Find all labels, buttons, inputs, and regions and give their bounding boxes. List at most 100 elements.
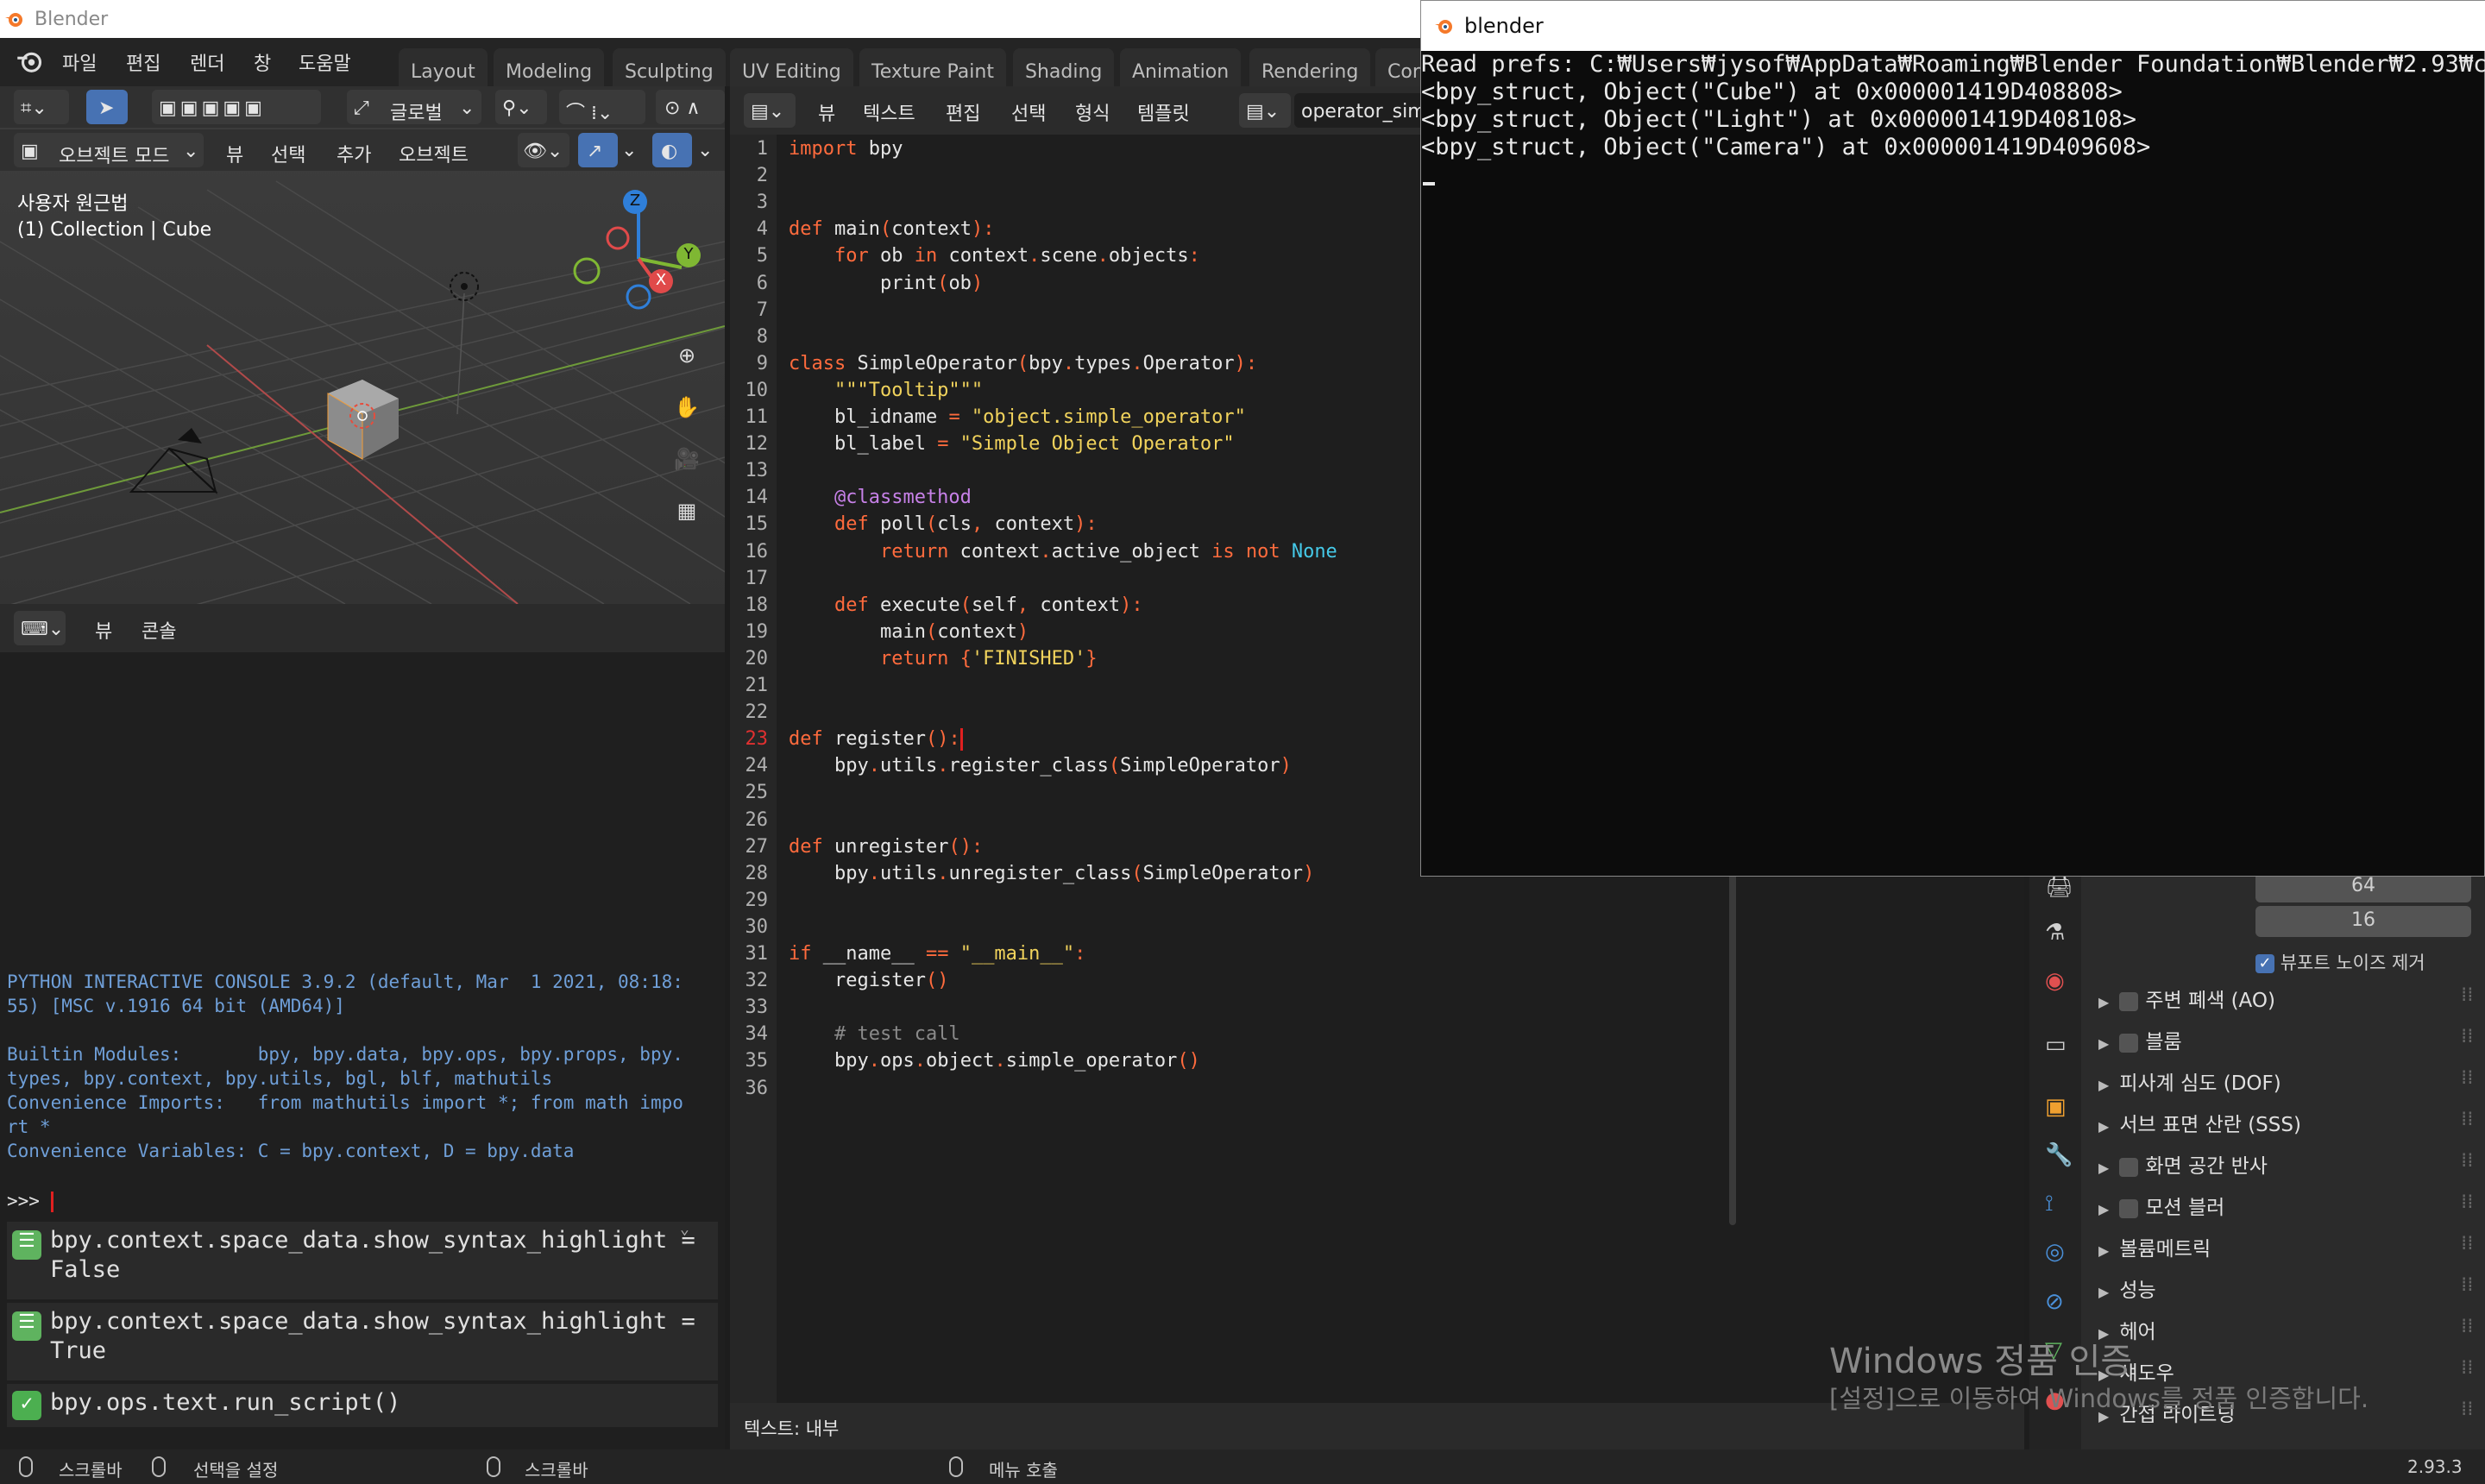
- code-line[interactable]: # test call: [789, 1023, 960, 1045]
- viewport-menu-object[interactable]: 오브젝트: [399, 140, 469, 167]
- text-menu-edit[interactable]: 편집: [946, 98, 980, 126]
- axis-x-icon[interactable]: X: [649, 269, 673, 293]
- menu-help[interactable]: 도움말: [299, 48, 351, 76]
- menu-render[interactable]: 렌더: [190, 48, 224, 76]
- drag-handle-icon[interactable]: ⁞⁞: [2461, 1398, 2474, 1420]
- code-line[interactable]: if __name__ == "__main__":: [789, 943, 1085, 965]
- editor-type-button[interactable]: ⌗⌄: [14, 90, 69, 124]
- text-menu-format[interactable]: 형식: [1075, 98, 1110, 126]
- code-line[interactable]: import bpy: [789, 138, 903, 160]
- code-line[interactable]: """Tooltip""": [789, 380, 983, 401]
- drag-handle-icon[interactable]: ⁞⁞: [2461, 1273, 2474, 1296]
- info-report[interactable]: ☰ bpy.context.space_data.show_syntax_hig…: [7, 1303, 718, 1380]
- 3d-viewport[interactable]: ⌗⌄ ➤ ▣▣▣▣▣ ⤢ 글로벌 ⌄ ⚲⌄ ⌒ ⁞⌄ ⊙ ∧ ▣ 오브젝트 모드 ⌄ …: [0, 86, 725, 604]
- workspace-tab-shading[interactable]: Shading: [1013, 48, 1115, 86]
- select-tool-button[interactable]: ➤: [86, 90, 128, 124]
- console-editor-type-button[interactable]: ⌨⌄: [14, 611, 66, 645]
- code-line[interactable]: return context.active_object is not None: [789, 541, 1337, 563]
- expand-triangle-icon[interactable]: ▶: [2098, 1242, 2109, 1259]
- property-panel-header[interactable]: ▶ 주변 폐색 (AO) ⁞⁞: [2098, 984, 2474, 1013]
- viewport-samples-field[interactable]: 16: [2255, 906, 2471, 937]
- expand-triangle-icon[interactable]: ▶: [2098, 1284, 2109, 1300]
- property-panel-header[interactable]: ▶ 모션 블러 ⁞⁞: [2098, 1191, 2474, 1220]
- axis-z-icon[interactable]: Z: [623, 190, 647, 214]
- panel-enable-checkbox[interactable]: [2119, 1198, 2139, 1218]
- expand-triangle-icon[interactable]: ▶: [2098, 1077, 2109, 1093]
- viewport-menu-add[interactable]: 추가: [337, 140, 371, 167]
- drag-handle-icon[interactable]: ⁞⁞: [2461, 1191, 2474, 1213]
- axis-y-icon[interactable]: Y: [676, 243, 701, 267]
- physics-tab-icon[interactable]: ◎: [2045, 1239, 2065, 1265]
- gizmo-dropdown-icon[interactable]: ⌄: [621, 140, 637, 161]
- properties-scrollbar[interactable]: [2475, 871, 2483, 1449]
- ortho-grid-icon[interactable]: ▦: [670, 494, 704, 528]
- workspace-tab-modeling[interactable]: Modeling: [494, 48, 605, 86]
- panel-enable-checkbox[interactable]: [2119, 991, 2139, 1011]
- workspace-tab-animation[interactable]: Animation: [1120, 48, 1242, 86]
- console-menu-console[interactable]: 콘솔: [142, 616, 176, 644]
- menu-edit[interactable]: 편집: [126, 48, 160, 76]
- collection-tab-icon[interactable]: ▭: [2045, 1032, 2067, 1058]
- code-line[interactable]: return {'FINISHED'}: [789, 648, 1098, 670]
- text-editor-type-button[interactable]: ▤⌄: [744, 93, 796, 128]
- code-line[interactable]: bl_label = "Simple Object Operator": [789, 433, 1235, 455]
- code-line[interactable]: register(): [789, 970, 948, 991]
- drag-handle-icon[interactable]: ⁞⁞: [2461, 1232, 2474, 1254]
- workspace-tab-layout[interactable]: Layout: [399, 48, 488, 86]
- object-tab-icon[interactable]: ▣: [2045, 1094, 2067, 1120]
- property-panel-header[interactable]: ▶ 블룸 ⁞⁞: [2098, 1025, 2474, 1054]
- pan-hand-icon[interactable]: ✋: [670, 390, 704, 424]
- modifier-tab-icon[interactable]: 🔧: [2045, 1142, 2073, 1168]
- camera-view-icon[interactable]: 🎥: [670, 442, 704, 476]
- constraints-tab-icon[interactable]: ⊘: [2045, 1289, 2064, 1315]
- code-line[interactable]: bpy.utils.register_class(SimpleOperator): [789, 755, 1292, 777]
- visibility-dropdown[interactable]: 👁⌄: [518, 133, 569, 167]
- text-menu-templates[interactable]: 템플릿: [1137, 98, 1190, 126]
- zoom-icon[interactable]: ⊕: [670, 338, 704, 373]
- snap-buttons[interactable]: ⌒ ⁞⌄: [559, 90, 645, 124]
- overlay-toggle[interactable]: ◐: [652, 133, 692, 167]
- workspace-tab-uv-editing[interactable]: UV Editing: [730, 48, 853, 86]
- workspace-tab-texture-paint[interactable]: Texture Paint: [859, 48, 1006, 86]
- collapse-chevron-icon[interactable]: ⌄: [680, 1220, 689, 1238]
- code-line[interactable]: def poll(cls, context):: [789, 513, 1098, 535]
- code-line[interactable]: main(context): [789, 621, 1029, 643]
- drag-handle-icon[interactable]: ⁞⁞: [2461, 1356, 2474, 1379]
- particles-tab-icon[interactable]: ⟟: [2045, 1191, 2054, 1217]
- viewport-menu-view[interactable]: 뷰: [226, 140, 243, 167]
- menu-window[interactable]: 창: [254, 48, 271, 76]
- panel-enable-checkbox[interactable]: [2119, 1157, 2139, 1177]
- text-menu-view[interactable]: 뷰: [818, 98, 835, 126]
- code-line[interactable]: bpy.utils.unregister_class(SimpleOperato…: [789, 863, 1314, 884]
- output-tab-icon[interactable]: 🖨: [2045, 873, 2073, 899]
- pivot-dropdown[interactable]: ⚲⌄: [495, 90, 547, 124]
- drag-handle-icon[interactable]: ⁞⁞: [2461, 1315, 2474, 1337]
- code-line[interactable]: def unregister():: [789, 836, 983, 858]
- code-line[interactable]: bpy.ops.object.simple_operator(): [789, 1050, 1200, 1072]
- text-scrollbar[interactable]: [1729, 863, 1736, 1225]
- expand-triangle-icon[interactable]: ▶: [2098, 994, 2109, 1010]
- property-panel-header[interactable]: ▶ 피사계 심도 (DOF) ⁞⁞: [2098, 1066, 2474, 1096]
- workspace-tab-rendering[interactable]: Rendering: [1249, 48, 1371, 86]
- property-panel-header[interactable]: ▶ 성능 ⁞⁞: [2098, 1273, 2474, 1303]
- code-line[interactable]: for ob in context.scene.objects:: [789, 245, 1200, 267]
- text-menu-select[interactable]: 선택: [1011, 98, 1046, 126]
- property-panel-header[interactable]: ▶ 화면 공간 반사 ⁞⁞: [2098, 1149, 2474, 1179]
- expand-triangle-icon[interactable]: ▶: [2098, 1035, 2109, 1052]
- text-filename-field[interactable]: operator_sim: [1294, 93, 1432, 128]
- gizmo-toggle[interactable]: ↗: [578, 133, 618, 167]
- code-line[interactable]: def register():: [789, 728, 963, 751]
- info-report[interactable]: ☰ bpy.context.space_data.show_syntax_hig…: [7, 1220, 718, 1299]
- expand-triangle-icon[interactable]: ▶: [2098, 1118, 2109, 1135]
- code-line[interactable]: @classmethod: [789, 487, 972, 508]
- menu-file[interactable]: 파일: [62, 48, 97, 76]
- drag-handle-icon[interactable]: ⁞⁞: [2461, 1149, 2474, 1172]
- console-prompt[interactable]: >>>: [7, 1191, 53, 1212]
- code-line[interactable]: class SimpleOperator(bpy.types.Operator)…: [789, 353, 1257, 374]
- code-line[interactable]: def execute(self, context):: [789, 594, 1143, 616]
- expand-triangle-icon[interactable]: ▶: [2098, 1160, 2109, 1176]
- panel-enable-checkbox[interactable]: [2119, 1033, 2139, 1053]
- python-console[interactable]: ⌨⌄ 뷰 콘솔 PYTHON INTERACTIVE CONSOLE 3.9.2…: [0, 604, 725, 1449]
- property-panel-header[interactable]: ▶ 서브 표면 산란 (SSS) ⁞⁞: [2098, 1108, 2474, 1137]
- text-browse-button[interactable]: ▤⌄: [1239, 93, 1291, 128]
